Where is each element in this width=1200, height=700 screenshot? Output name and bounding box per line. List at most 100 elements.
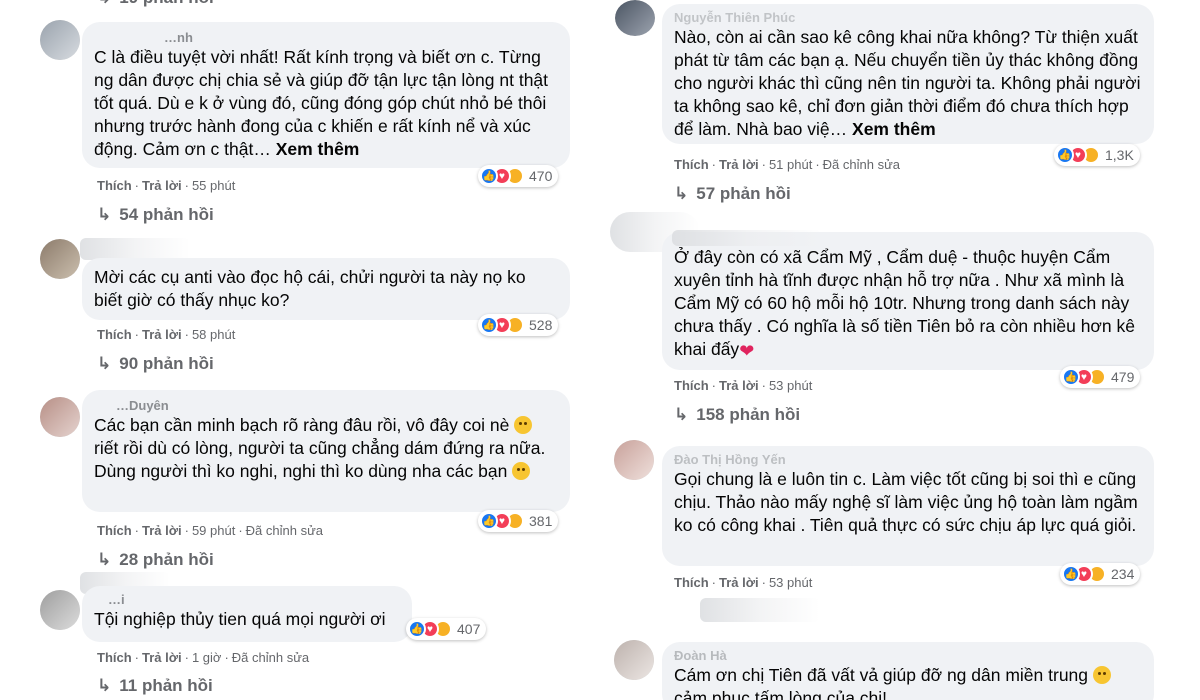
blurred-author-name	[80, 238, 190, 260]
reaction-summary[interactable]: 👍 ♥ 407	[406, 618, 487, 640]
reply-button[interactable]: Trả lời	[719, 378, 759, 393]
reply-arrow-icon: ↳	[97, 676, 112, 695]
comment-author[interactable]: …nh	[94, 30, 558, 46]
like-reaction-icon: 👍	[480, 512, 498, 530]
reply-arrow-icon: ↳	[674, 405, 689, 424]
reaction-summary[interactable]: 👍 ♥ 381	[478, 510, 559, 532]
comment-actions: Thích · Trả lời · 58 phút	[97, 327, 236, 342]
comment-actions: Thích · Trả lời · 59 phút · Đã chỉnh sửa	[97, 523, 324, 538]
avatar[interactable]	[40, 397, 80, 437]
avatar[interactable]	[40, 590, 80, 630]
comment-bubble: …Duyên Các bạn cần minh bạch rõ ràng đâu…	[82, 390, 570, 512]
reaction-summary[interactable]: 👍 ♥ 1,3K	[1054, 144, 1140, 166]
avatar[interactable]	[40, 20, 80, 60]
comment-time[interactable]: 58 phút	[192, 327, 235, 342]
replies-link[interactable]: ↳ 11 phản hồi	[97, 676, 213, 696]
comment-bubble: Đào Thị Hồng Yến Gọi chung là e luôn tin…	[662, 446, 1154, 566]
reply-button[interactable]: Trả lời	[142, 523, 182, 538]
comment-author[interactable]: …i	[94, 592, 400, 608]
comment-author[interactable]: Nguyễn Thiên Phúc	[674, 10, 1142, 26]
comment-text: Gọi chung là e luôn tin c. Làm việc tốt …	[674, 469, 1138, 535]
reply-button[interactable]: Trả lời	[142, 178, 182, 193]
like-button[interactable]: Thích	[97, 650, 132, 665]
comment-time[interactable]: 59 phút	[192, 523, 235, 538]
comment-bubble: …nh C là điều tuyệt vời nhất! Rất kính t…	[82, 22, 570, 168]
comment-actions: Thích · Trả lời · 53 phút	[674, 378, 813, 393]
smile-emoji-icon	[512, 462, 531, 480]
reaction-count: 234	[1111, 566, 1135, 582]
avatar[interactable]	[614, 440, 654, 480]
like-reaction-icon: 👍	[1062, 368, 1080, 386]
avatar[interactable]	[615, 0, 655, 36]
like-button[interactable]: Thích	[97, 327, 132, 342]
comment-bubble: Nguyễn Thiên Phúc Nào, còn ai cần sao kê…	[662, 4, 1154, 144]
replies-link[interactable]: ↳ 19 phản hồi	[97, 0, 214, 8]
comment-author[interactable]: …Duyên	[94, 398, 558, 414]
edited-label: Đã chỉnh sửa	[822, 157, 901, 172]
comment-text: Mời các cụ anti vào đọc hộ cái, chửi ngư…	[94, 267, 526, 310]
comment-text: C là điều tuyệt vời nhất! Rất kính trọng…	[94, 47, 549, 159]
reaction-count: 528	[529, 317, 553, 333]
hugging-emoji-icon	[1092, 666, 1111, 684]
comment-actions: Thích · Trả lời · 1 giờ · Đã chỉnh sửa	[97, 650, 310, 665]
replies-link[interactable]: ↳ 57 phản hồi	[674, 184, 791, 204]
reaction-count: 407	[457, 621, 481, 637]
comment-bubble: Mời các cụ anti vào đọc hộ cái, chửi ngư…	[82, 258, 570, 320]
comment-text: Nào, còn ai cần sao kê công khai nữa khô…	[674, 27, 1141, 139]
comment-text: Tội nghiệp thủy tien quá mọi người ơi	[94, 609, 386, 629]
reaction-count: 479	[1111, 369, 1135, 385]
heart-emoji-icon: ❤	[739, 341, 755, 361]
reaction-count: 381	[529, 513, 553, 529]
reply-button[interactable]: Trả lời	[719, 157, 759, 172]
comment-actions: Thích · Trả lời · 55 phút	[97, 178, 236, 193]
see-more-link[interactable]: Xem thêm	[852, 119, 936, 139]
comment-time[interactable]: 53 phút	[769, 378, 812, 393]
like-reaction-icon: 👍	[408, 620, 426, 638]
reply-button[interactable]: Trả lời	[142, 650, 182, 665]
reply-button[interactable]: Trả lời	[719, 575, 759, 590]
like-reaction-icon: 👍	[1062, 565, 1080, 583]
like-button[interactable]: Thích	[97, 178, 132, 193]
reply-button[interactable]: Trả lời	[142, 327, 182, 342]
avatar[interactable]	[614, 640, 654, 680]
comment-bubble: Ở đây còn có xã Cẩm Mỹ , Cẩm duệ - thuộc…	[662, 230, 1154, 370]
comment-actions: Thích · Trả lời · 51 phút · Đã chỉnh sửa	[674, 157, 901, 172]
comment-bubble: Đoàn Hà Cám ơn chị Tiên đã vất vả giúp đ…	[662, 642, 1154, 700]
like-reaction-icon: 👍	[1056, 146, 1074, 164]
reaction-summary[interactable]: 👍 ♥ 470	[478, 165, 559, 187]
left-comment-column: ↳ 19 phản hồi …nh C là điều tuyệt vời nh…	[0, 0, 600, 700]
right-comment-column: Nguyễn Thiên Phúc Nào, còn ai cần sao kê…	[600, 0, 1200, 700]
smile-emoji-icon	[514, 416, 533, 434]
replies-link[interactable]: ↳ 28 phản hồi	[97, 550, 214, 570]
comment-author[interactable]: Đoàn Hà	[674, 648, 1142, 664]
comment-actions: Thích · Trả lời · 53 phút	[674, 575, 813, 590]
replies-link[interactable]: ↳ 90 phản hồi	[97, 354, 214, 374]
like-reaction-icon: 👍	[480, 167, 498, 185]
reaction-summary[interactable]: 👍 ♥ 234	[1060, 563, 1141, 585]
reaction-count: 1,3K	[1105, 147, 1134, 163]
like-button[interactable]: Thích	[674, 575, 709, 590]
like-button[interactable]: Thích	[674, 157, 709, 172]
reply-arrow-icon: ↳	[97, 354, 112, 373]
like-reaction-icon: 👍	[480, 316, 498, 334]
replies-link[interactable]: ↳ 54 phản hồi	[97, 205, 214, 225]
comment-time[interactable]: 1 giờ	[192, 650, 222, 665]
avatar[interactable]	[40, 239, 80, 279]
comment-time[interactable]: 51 phút	[769, 157, 812, 172]
comment-time[interactable]: 55 phút	[192, 178, 235, 193]
reaction-summary[interactable]: 👍 ♥ 528	[478, 314, 559, 336]
see-more-link[interactable]: Xem thêm	[276, 139, 360, 159]
comment-bubble: …i Tội nghiệp thủy tien quá mọi người ơi	[82, 586, 412, 642]
reaction-summary[interactable]: 👍 ♥ 479	[1060, 366, 1141, 388]
replies-link[interactable]: ↳ 158 phản hồi	[674, 405, 800, 425]
blurred-author-name	[672, 230, 822, 246]
comment-text: Cám ơn chị Tiên đã vất vả giúp đỡ ng dân…	[674, 664, 1142, 700]
reply-arrow-icon: ↳	[97, 0, 111, 8]
like-button[interactable]: Thích	[674, 378, 709, 393]
edited-label: Đã chỉnh sửa	[245, 523, 324, 538]
reply-arrow-icon: ↳	[97, 205, 112, 224]
like-button[interactable]: Thích	[97, 523, 132, 538]
comment-author[interactable]: Đào Thị Hồng Yến	[674, 452, 1142, 468]
comment-time[interactable]: 53 phút	[769, 575, 812, 590]
comment-text: Các bạn cần minh bạch rõ ràng đâu rồi, v…	[94, 415, 546, 481]
